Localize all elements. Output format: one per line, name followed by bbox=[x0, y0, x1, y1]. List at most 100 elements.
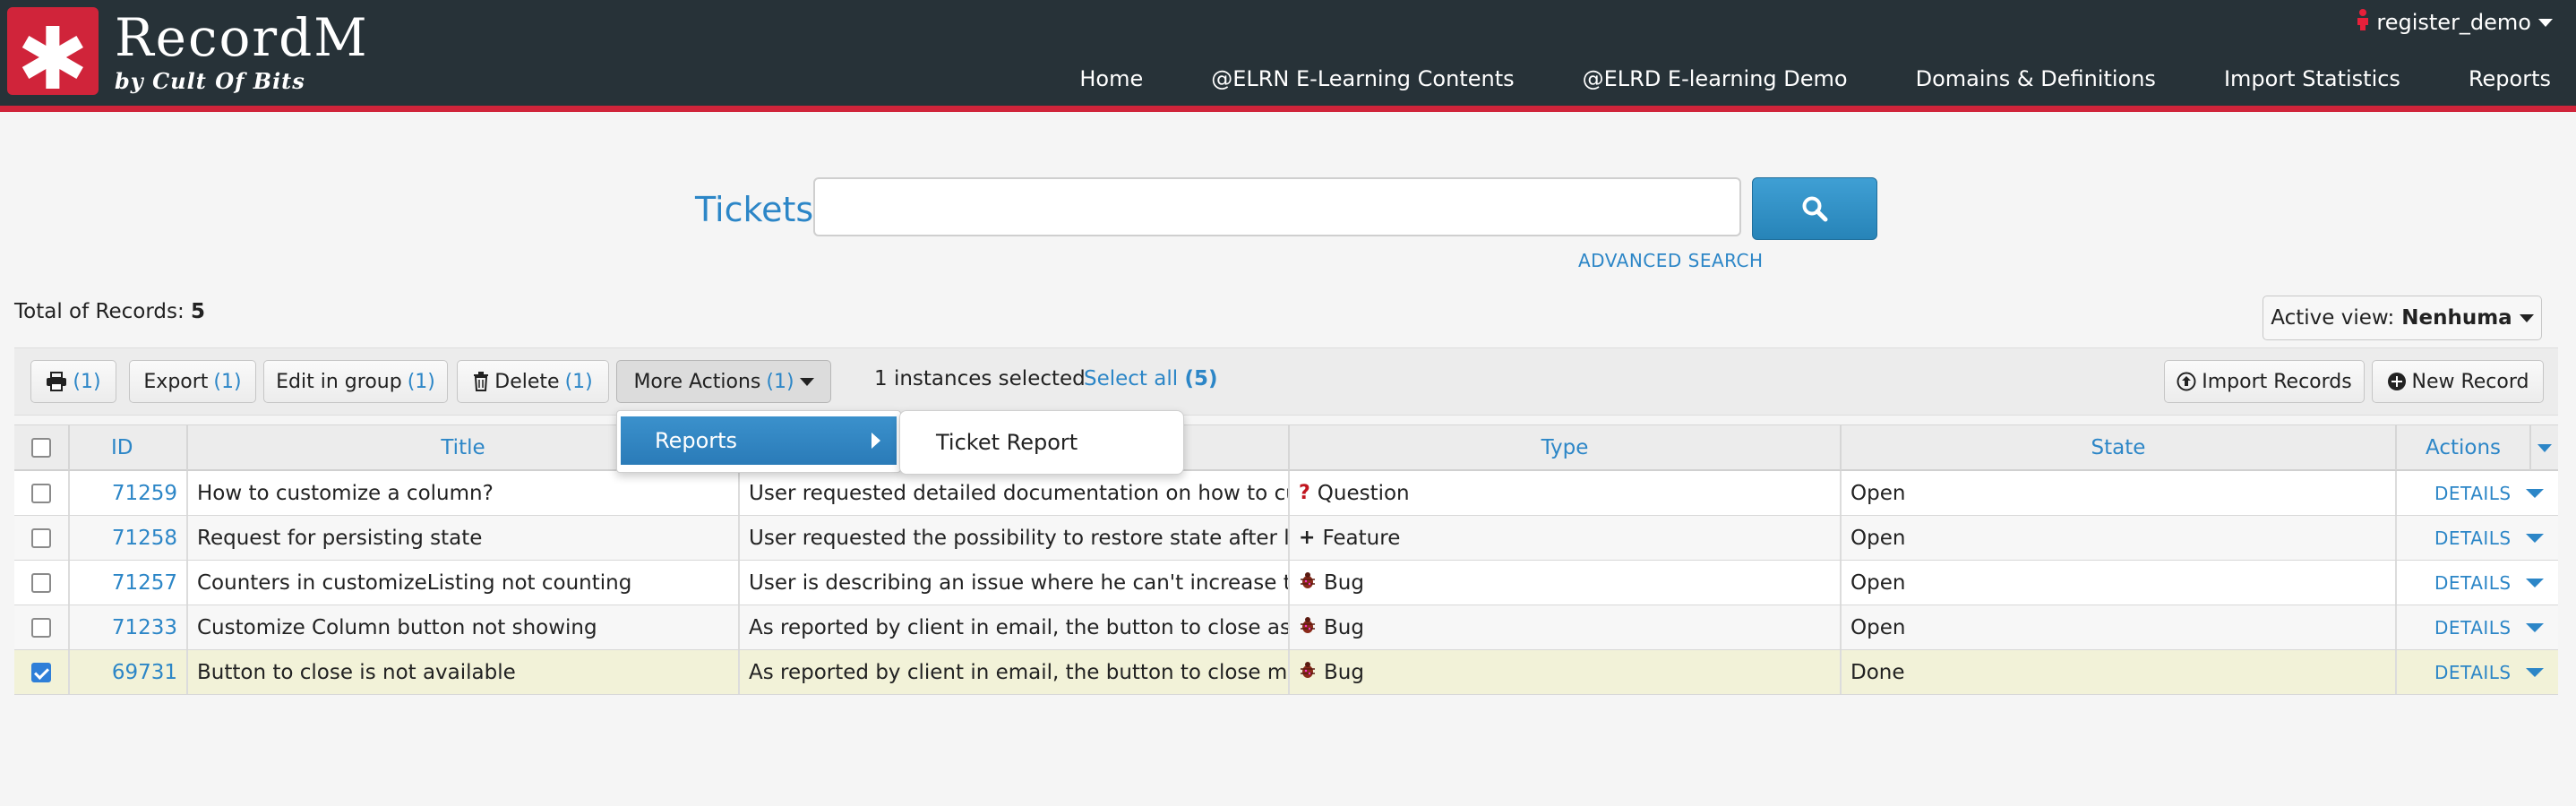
table-row[interactable]: 71259 How to customize a column? User re… bbox=[14, 471, 2558, 516]
trash-icon bbox=[474, 372, 489, 391]
row-checkbox-cell bbox=[14, 650, 68, 694]
submenu-item-ticket-report[interactable]: Ticket Report bbox=[936, 430, 1078, 455]
row-description: User requested the possibility to restor… bbox=[738, 516, 1288, 560]
user-menu[interactable]: register_demo bbox=[2357, 9, 2553, 36]
row-id[interactable]: 71259 bbox=[68, 471, 186, 515]
chevron-down-icon bbox=[2525, 667, 2544, 677]
active-view-label: Active view: bbox=[2271, 306, 2395, 330]
bug-icon bbox=[1299, 570, 1317, 596]
plus-circle-icon bbox=[2387, 373, 2406, 390]
delete-button[interactable]: Delete (1) bbox=[457, 360, 609, 403]
delete-count: (1) bbox=[564, 370, 593, 393]
nav-reports[interactable]: Reports bbox=[2469, 66, 2551, 91]
edit-in-group-button[interactable]: Edit in group (1) bbox=[263, 360, 448, 403]
advanced-search-link[interactable]: ADVANCED SEARCH bbox=[1578, 250, 1764, 271]
row-actions[interactable]: DETAILS bbox=[2395, 605, 2558, 649]
table-header: ID Title Type State Actions bbox=[14, 424, 2558, 471]
plus-icon: + bbox=[1299, 527, 1316, 549]
select-all-count: (5) bbox=[1184, 367, 1218, 390]
details-dropdown[interactable]: DETAILS bbox=[2434, 572, 2544, 594]
row-title: Button to close is not available bbox=[186, 650, 738, 694]
delete-label: Delete bbox=[494, 370, 560, 393]
row-actions[interactable]: DETAILS bbox=[2395, 650, 2558, 694]
row-checkbox[interactable] bbox=[31, 662, 51, 682]
details-dropdown[interactable]: DETAILS bbox=[2434, 527, 2544, 549]
new-record-button[interactable]: New Record bbox=[2372, 360, 2544, 403]
row-actions[interactable]: DETAILS bbox=[2395, 471, 2558, 515]
row-id[interactable]: 69731 bbox=[68, 650, 186, 694]
table-row[interactable]: 71257 Counters in customizeListing not c… bbox=[14, 561, 2558, 605]
row-checkbox-cell bbox=[14, 561, 68, 604]
row-description: User is describing an issue where he can… bbox=[738, 561, 1288, 604]
nav-elrd[interactable]: @ELRD E-learning Demo bbox=[1583, 66, 1848, 91]
column-header-id[interactable]: ID bbox=[68, 425, 186, 470]
row-type: + Feature bbox=[1288, 516, 1840, 560]
total-label: Total of Records: bbox=[14, 300, 185, 323]
bug-icon bbox=[1299, 660, 1317, 685]
active-view-select[interactable]: Active view: Nenhuma bbox=[2263, 296, 2542, 340]
import-records-button[interactable]: Import Records bbox=[2164, 360, 2365, 403]
menu-item-reports[interactable]: Reports bbox=[621, 416, 897, 465]
total-records: Total of Records: 5 bbox=[14, 300, 205, 323]
row-id[interactable]: 71233 bbox=[68, 605, 186, 649]
row-state: Open bbox=[1840, 605, 2395, 649]
row-title: How to customize a column? bbox=[186, 471, 738, 515]
table-row[interactable]: 69731 Button to close is not available A… bbox=[14, 650, 2558, 695]
details-label: DETAILS bbox=[2434, 527, 2512, 549]
row-type: Bug bbox=[1288, 605, 1840, 649]
row-state: Open bbox=[1840, 561, 2395, 604]
print-button[interactable]: (1) bbox=[30, 360, 116, 403]
row-checkbox-cell bbox=[14, 516, 68, 560]
row-checkbox[interactable] bbox=[31, 483, 51, 503]
menu-item-label: Reports bbox=[655, 428, 738, 453]
asterisk-icon: ✱ bbox=[16, 9, 90, 109]
edit-count: (1) bbox=[407, 370, 435, 393]
nav-domains[interactable]: Domains & Definitions bbox=[1916, 66, 2156, 91]
select-all-label: Select all bbox=[1084, 367, 1179, 390]
chevron-down-icon bbox=[799, 377, 814, 386]
more-actions-menu: Reports bbox=[616, 410, 901, 473]
row-type-label: Bug bbox=[1324, 660, 1364, 684]
details-dropdown[interactable]: DETAILS bbox=[2434, 617, 2544, 639]
nav-elrn[interactable]: @ELRN E-Learning Contents bbox=[1211, 66, 1514, 91]
row-checkbox[interactable] bbox=[31, 617, 51, 638]
column-header-state[interactable]: State bbox=[1840, 425, 2395, 470]
columns-menu-toggle[interactable] bbox=[2529, 425, 2558, 470]
chevron-down-icon bbox=[2537, 443, 2552, 452]
row-actions[interactable]: DETAILS bbox=[2395, 516, 2558, 560]
chevron-down-icon bbox=[2519, 313, 2534, 322]
column-header-type[interactable]: Type bbox=[1288, 425, 1840, 470]
more-actions-button[interactable]: More Actions (1) bbox=[616, 360, 831, 403]
chevron-right-icon bbox=[872, 433, 880, 449]
search-button[interactable] bbox=[1752, 177, 1877, 240]
chevron-down-icon bbox=[2525, 533, 2544, 543]
row-type: Bug bbox=[1288, 561, 1840, 604]
more-actions-count: (1) bbox=[766, 370, 794, 393]
upload-circle-icon bbox=[2177, 372, 2196, 391]
question-icon: ? bbox=[1299, 482, 1310, 504]
search-icon bbox=[1802, 196, 1828, 222]
nav-home[interactable]: Home bbox=[1079, 66, 1143, 91]
select-all-checkbox[interactable] bbox=[31, 438, 51, 458]
table-row[interactable]: 71258 Request for persisting state User … bbox=[14, 516, 2558, 561]
export-label: Export bbox=[143, 370, 209, 393]
active-view-value: Nenhuma bbox=[2401, 306, 2512, 330]
details-label: DETAILS bbox=[2434, 571, 2512, 594]
row-type-label: Bug bbox=[1324, 615, 1364, 639]
user-icon bbox=[2357, 9, 2369, 36]
row-id[interactable]: 71258 bbox=[68, 516, 186, 560]
row-checkbox[interactable] bbox=[31, 572, 51, 593]
details-dropdown[interactable]: DETAILS bbox=[2434, 662, 2544, 683]
details-label: DETAILS bbox=[2434, 616, 2512, 639]
logo[interactable]: ✱ bbox=[7, 7, 99, 102]
row-actions[interactable]: DETAILS bbox=[2395, 561, 2558, 604]
row-checkbox[interactable] bbox=[31, 527, 51, 548]
export-button[interactable]: Export (1) bbox=[129, 360, 256, 403]
nav-import-statistics[interactable]: Import Statistics bbox=[2224, 66, 2400, 91]
row-id[interactable]: 71257 bbox=[68, 561, 186, 604]
search-input[interactable] bbox=[813, 177, 1741, 236]
row-description: As reported by client in email, the butt… bbox=[738, 650, 1288, 694]
select-all-link[interactable]: Select all (5) bbox=[1084, 367, 1217, 390]
table-row[interactable]: 71233 Customize Column button not showin… bbox=[14, 605, 2558, 650]
details-dropdown[interactable]: DETAILS bbox=[2434, 483, 2544, 504]
